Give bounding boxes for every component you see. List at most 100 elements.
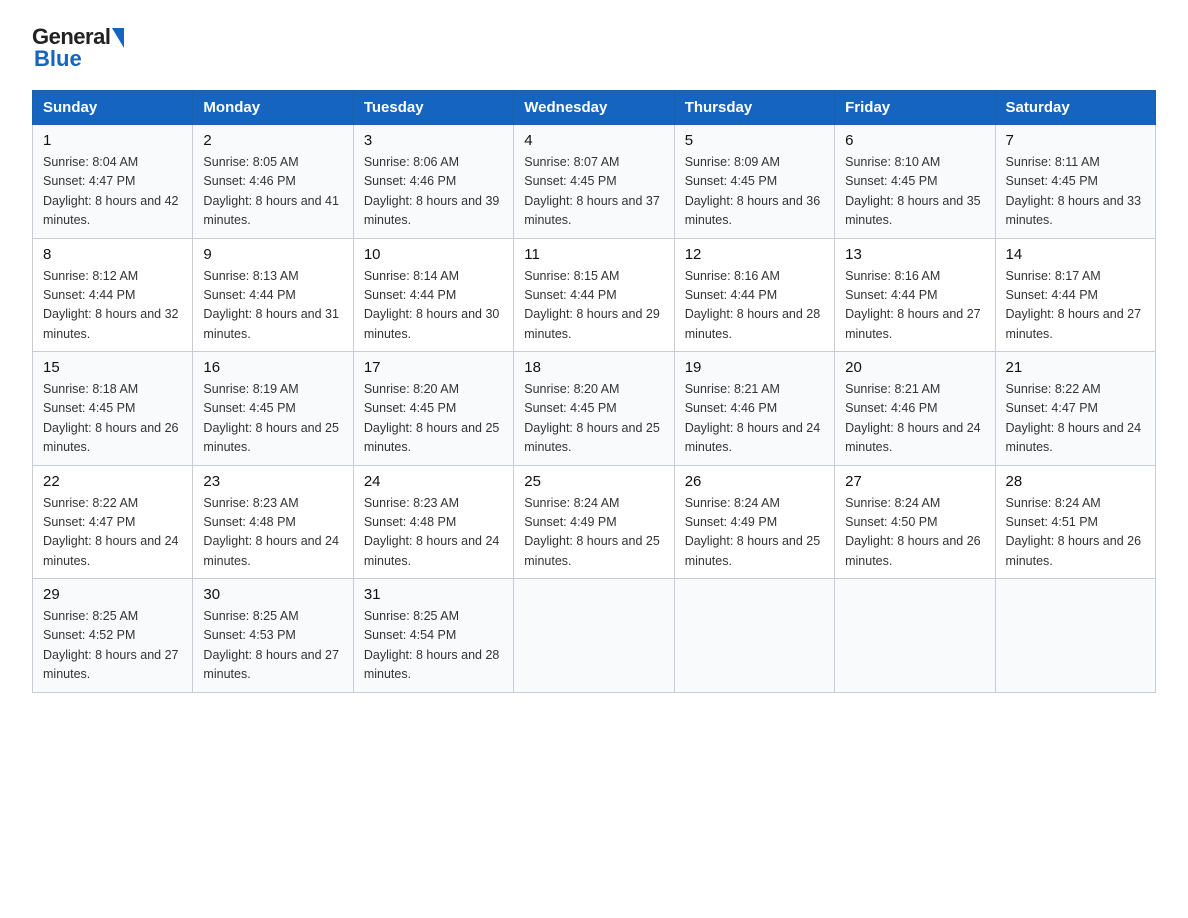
day-number: 16 [203, 359, 342, 376]
day-number: 27 [845, 473, 984, 490]
calendar-day-cell: 18 Sunrise: 8:20 AMSunset: 4:45 PMDaylig… [514, 352, 674, 466]
day-number: 1 [43, 132, 182, 149]
calendar-day-cell: 25 Sunrise: 8:24 AMSunset: 4:49 PMDaylig… [514, 465, 674, 579]
calendar-day-cell: 16 Sunrise: 8:19 AMSunset: 4:45 PMDaylig… [193, 352, 353, 466]
calendar-day-cell: 9 Sunrise: 8:13 AMSunset: 4:44 PMDayligh… [193, 238, 353, 352]
calendar-day-cell: 20 Sunrise: 8:21 AMSunset: 4:46 PMDaylig… [835, 352, 995, 466]
day-info: Sunrise: 8:06 AMSunset: 4:46 PMDaylight:… [364, 155, 500, 227]
day-number: 4 [524, 132, 663, 149]
day-info: Sunrise: 8:22 AMSunset: 4:47 PMDaylight:… [1006, 382, 1142, 454]
day-info: Sunrise: 8:09 AMSunset: 4:45 PMDaylight:… [685, 155, 821, 227]
calendar-day-cell: 24 Sunrise: 8:23 AMSunset: 4:48 PMDaylig… [353, 465, 513, 579]
day-number: 24 [364, 473, 503, 490]
day-number: 31 [364, 586, 503, 603]
weekday-header-wednesday: Wednesday [514, 91, 674, 125]
calendar-day-cell: 5 Sunrise: 8:09 AMSunset: 4:45 PMDayligh… [674, 125, 834, 239]
day-info: Sunrise: 8:24 AMSunset: 4:50 PMDaylight:… [845, 496, 981, 568]
calendar-day-cell: 8 Sunrise: 8:12 AMSunset: 4:44 PMDayligh… [33, 238, 193, 352]
day-number: 11 [524, 246, 663, 263]
day-info: Sunrise: 8:15 AMSunset: 4:44 PMDaylight:… [524, 269, 660, 341]
calendar-day-cell: 31 Sunrise: 8:25 AMSunset: 4:54 PMDaylig… [353, 579, 513, 693]
calendar-week-row: 8 Sunrise: 8:12 AMSunset: 4:44 PMDayligh… [33, 238, 1156, 352]
calendar-day-cell: 7 Sunrise: 8:11 AMSunset: 4:45 PMDayligh… [995, 125, 1155, 239]
calendar-day-cell [674, 579, 834, 693]
day-info: Sunrise: 8:14 AMSunset: 4:44 PMDaylight:… [364, 269, 500, 341]
day-info: Sunrise: 8:21 AMSunset: 4:46 PMDaylight:… [685, 382, 821, 454]
day-info: Sunrise: 8:07 AMSunset: 4:45 PMDaylight:… [524, 155, 660, 227]
day-number: 12 [685, 246, 824, 263]
day-number: 25 [524, 473, 663, 490]
weekday-header-thursday: Thursday [674, 91, 834, 125]
day-info: Sunrise: 8:13 AMSunset: 4:44 PMDaylight:… [203, 269, 339, 341]
calendar-week-row: 15 Sunrise: 8:18 AMSunset: 4:45 PMDaylig… [33, 352, 1156, 466]
day-number: 6 [845, 132, 984, 149]
weekday-row: SundayMondayTuesdayWednesdayThursdayFrid… [33, 91, 1156, 125]
calendar-week-row: 1 Sunrise: 8:04 AMSunset: 4:47 PMDayligh… [33, 125, 1156, 239]
day-number: 22 [43, 473, 182, 490]
calendar-day-cell: 4 Sunrise: 8:07 AMSunset: 4:45 PMDayligh… [514, 125, 674, 239]
calendar-day-cell: 21 Sunrise: 8:22 AMSunset: 4:47 PMDaylig… [995, 352, 1155, 466]
page-header: General Blue [32, 24, 1156, 72]
calendar-day-cell: 29 Sunrise: 8:25 AMSunset: 4:52 PMDaylig… [33, 579, 193, 693]
calendar-day-cell: 6 Sunrise: 8:10 AMSunset: 4:45 PMDayligh… [835, 125, 995, 239]
calendar-day-cell [514, 579, 674, 693]
day-info: Sunrise: 8:25 AMSunset: 4:52 PMDaylight:… [43, 609, 179, 681]
day-number: 13 [845, 246, 984, 263]
calendar-day-cell: 12 Sunrise: 8:16 AMSunset: 4:44 PMDaylig… [674, 238, 834, 352]
day-info: Sunrise: 8:05 AMSunset: 4:46 PMDaylight:… [203, 155, 339, 227]
day-number: 17 [364, 359, 503, 376]
calendar-week-row: 29 Sunrise: 8:25 AMSunset: 4:52 PMDaylig… [33, 579, 1156, 693]
weekday-header-monday: Monday [193, 91, 353, 125]
day-info: Sunrise: 8:21 AMSunset: 4:46 PMDaylight:… [845, 382, 981, 454]
day-number: 10 [364, 246, 503, 263]
day-number: 23 [203, 473, 342, 490]
calendar-day-cell: 17 Sunrise: 8:20 AMSunset: 4:45 PMDaylig… [353, 352, 513, 466]
calendar-day-cell [995, 579, 1155, 693]
day-info: Sunrise: 8:12 AMSunset: 4:44 PMDaylight:… [43, 269, 179, 341]
day-number: 2 [203, 132, 342, 149]
day-number: 9 [203, 246, 342, 263]
day-number: 29 [43, 586, 182, 603]
day-number: 19 [685, 359, 824, 376]
day-info: Sunrise: 8:11 AMSunset: 4:45 PMDaylight:… [1006, 155, 1142, 227]
day-info: Sunrise: 8:22 AMSunset: 4:47 PMDaylight:… [43, 496, 179, 568]
calendar-day-cell: 30 Sunrise: 8:25 AMSunset: 4:53 PMDaylig… [193, 579, 353, 693]
calendar-day-cell: 15 Sunrise: 8:18 AMSunset: 4:45 PMDaylig… [33, 352, 193, 466]
day-info: Sunrise: 8:23 AMSunset: 4:48 PMDaylight:… [364, 496, 500, 568]
day-info: Sunrise: 8:04 AMSunset: 4:47 PMDaylight:… [43, 155, 179, 227]
logo-arrow-icon [112, 28, 124, 48]
day-number: 21 [1006, 359, 1145, 376]
day-number: 18 [524, 359, 663, 376]
calendar-day-cell: 14 Sunrise: 8:17 AMSunset: 4:44 PMDaylig… [995, 238, 1155, 352]
day-info: Sunrise: 8:20 AMSunset: 4:45 PMDaylight:… [364, 382, 500, 454]
day-info: Sunrise: 8:20 AMSunset: 4:45 PMDaylight:… [524, 382, 660, 454]
day-info: Sunrise: 8:16 AMSunset: 4:44 PMDaylight:… [845, 269, 981, 341]
day-number: 20 [845, 359, 984, 376]
calendar-table: SundayMondayTuesdayWednesdayThursdayFrid… [32, 90, 1156, 693]
day-info: Sunrise: 8:18 AMSunset: 4:45 PMDaylight:… [43, 382, 179, 454]
day-number: 5 [685, 132, 824, 149]
calendar-day-cell: 27 Sunrise: 8:24 AMSunset: 4:50 PMDaylig… [835, 465, 995, 579]
day-number: 7 [1006, 132, 1145, 149]
calendar-header: SundayMondayTuesdayWednesdayThursdayFrid… [33, 91, 1156, 125]
calendar-day-cell: 1 Sunrise: 8:04 AMSunset: 4:47 PMDayligh… [33, 125, 193, 239]
day-number: 26 [685, 473, 824, 490]
day-number: 28 [1006, 473, 1145, 490]
calendar-day-cell [835, 579, 995, 693]
weekday-header-friday: Friday [835, 91, 995, 125]
day-info: Sunrise: 8:25 AMSunset: 4:53 PMDaylight:… [203, 609, 339, 681]
logo-blue-text: Blue [34, 46, 82, 72]
day-info: Sunrise: 8:24 AMSunset: 4:49 PMDaylight:… [685, 496, 821, 568]
calendar-week-row: 22 Sunrise: 8:22 AMSunset: 4:47 PMDaylig… [33, 465, 1156, 579]
day-info: Sunrise: 8:24 AMSunset: 4:49 PMDaylight:… [524, 496, 660, 568]
day-number: 30 [203, 586, 342, 603]
day-number: 15 [43, 359, 182, 376]
calendar-day-cell: 13 Sunrise: 8:16 AMSunset: 4:44 PMDaylig… [835, 238, 995, 352]
day-info: Sunrise: 8:24 AMSunset: 4:51 PMDaylight:… [1006, 496, 1142, 568]
logo: General Blue [32, 24, 124, 72]
day-number: 8 [43, 246, 182, 263]
calendar-day-cell: 28 Sunrise: 8:24 AMSunset: 4:51 PMDaylig… [995, 465, 1155, 579]
calendar-day-cell: 26 Sunrise: 8:24 AMSunset: 4:49 PMDaylig… [674, 465, 834, 579]
calendar-day-cell: 22 Sunrise: 8:22 AMSunset: 4:47 PMDaylig… [33, 465, 193, 579]
day-info: Sunrise: 8:16 AMSunset: 4:44 PMDaylight:… [685, 269, 821, 341]
